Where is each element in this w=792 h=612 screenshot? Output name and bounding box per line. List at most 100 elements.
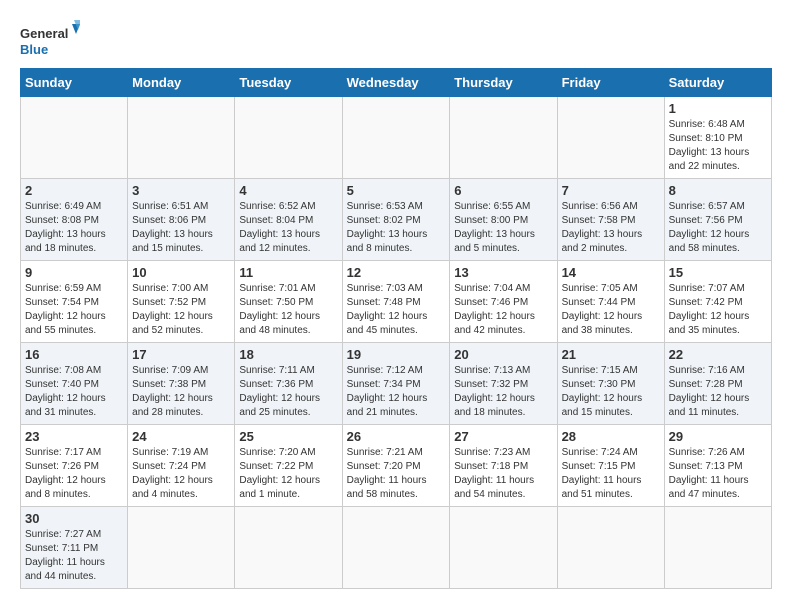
day-info: Sunrise: 7:23 AM Sunset: 7:18 PM Dayligh… [454,446,552,502]
calendar-cell: 24 Sunrise: 7:19 AM Sunset: 7:24 PM Dayli… [128,425,235,507]
calendar-cell: 29Sunrise: 7:26 AM Sunset: 7:13 PM Dayli… [664,425,771,507]
calendar-week-4: 16 Sunrise: 7:08 AM Sunset: 7:40 PM Dayli… [21,343,772,425]
day-info: Sunrise: 7:19 AM Sunset: 7:24 PM Dayligh… [132,446,230,502]
day-info: Sunrise: 7:27 AM Sunset: 7:11 PM Dayligh… [25,528,123,584]
day-info: Sunrise: 6:53 AM Sunset: 8:02 PM Dayligh… [347,200,446,256]
day-info: Sunrise: 7:12 AM Sunset: 7:34 PM Dayligh… [347,364,446,420]
day-number: 26 [347,429,446,444]
calendar-header-thursday: Thursday [450,69,557,97]
day-info: Sunrise: 7:20 AM Sunset: 7:22 PM Dayligh… [239,446,337,502]
calendar-cell [128,507,235,589]
calendar-cell: 17Sunrise: 7:09 AM Sunset: 7:38 PM Dayli… [128,343,235,425]
day-number: 30 [25,511,123,526]
day-info: Sunrise: 6:59 AM Sunset: 7:54 PM Dayligh… [25,282,123,338]
day-info: Sunrise: 7:13 AM Sunset: 7:32 PM Dayligh… [454,364,552,420]
day-number: 8 [669,183,767,198]
day-number: 28 [562,429,660,444]
calendar-week-3: 9 Sunrise: 6:59 AM Sunset: 7:54 PM Daylig… [21,261,772,343]
day-number: 20 [454,347,552,362]
day-number: 5 [347,183,446,198]
calendar-cell: 15 Sunrise: 7:07 AM Sunset: 7:42 PM Dayli… [664,261,771,343]
day-number: 9 [25,265,123,280]
logo: General Blue [20,20,80,60]
day-number: 23 [25,429,123,444]
calendar-cell: 23 Sunrise: 7:17 AM Sunset: 7:26 PM Dayli… [21,425,128,507]
day-number: 16 [25,347,123,362]
day-number: 2 [25,183,123,198]
day-info: Sunrise: 7:08 AM Sunset: 7:40 PM Dayligh… [25,364,123,420]
calendar-cell [342,97,450,179]
calendar-header-row: SundayMondayTuesdayWednesdayThursdayFrid… [21,69,772,97]
calendar-cell: 6Sunrise: 6:55 AM Sunset: 8:00 PM Daylig… [450,179,557,261]
day-info: Sunrise: 7:01 AM Sunset: 7:50 PM Dayligh… [239,282,337,338]
calendar-cell [450,507,557,589]
calendar-cell [342,507,450,589]
day-number: 15 [669,265,767,280]
day-number: 3 [132,183,230,198]
calendar-cell: 1Sunrise: 6:48 AM Sunset: 8:10 PM Daylig… [664,97,771,179]
calendar-cell: 10 Sunrise: 7:00 AM Sunset: 7:52 PM Dayli… [128,261,235,343]
calendar-cell: 4Sunrise: 6:52 AM Sunset: 8:04 PM Daylig… [235,179,342,261]
calendar-cell: 2 Sunrise: 6:49 AM Sunset: 8:08 PM Daylig… [21,179,128,261]
day-info: Sunrise: 7:00 AM Sunset: 7:52 PM Dayligh… [132,282,230,338]
calendar-cell: 19 Sunrise: 7:12 AM Sunset: 7:34 PM Dayli… [342,343,450,425]
calendar-cell: 13Sunrise: 7:04 AM Sunset: 7:46 PM Dayli… [450,261,557,343]
day-info: Sunrise: 6:57 AM Sunset: 7:56 PM Dayligh… [669,200,767,256]
calendar-header-friday: Friday [557,69,664,97]
day-number: 27 [454,429,552,444]
calendar-cell: 3 Sunrise: 6:51 AM Sunset: 8:06 PM Daylig… [128,179,235,261]
day-number: 25 [239,429,337,444]
calendar-week-1: 1Sunrise: 6:48 AM Sunset: 8:10 PM Daylig… [21,97,772,179]
day-number: 24 [132,429,230,444]
day-info: Sunrise: 6:55 AM Sunset: 8:00 PM Dayligh… [454,200,552,256]
calendar-cell [557,97,664,179]
calendar-cell: 7Sunrise: 6:56 AM Sunset: 7:58 PM Daylig… [557,179,664,261]
day-info: Sunrise: 7:07 AM Sunset: 7:42 PM Dayligh… [669,282,767,338]
calendar-table: SundayMondayTuesdayWednesdayThursdayFrid… [20,68,772,589]
calendar-cell: 20 Sunrise: 7:13 AM Sunset: 7:32 PM Dayli… [450,343,557,425]
day-info: Sunrise: 7:24 AM Sunset: 7:15 PM Dayligh… [562,446,660,502]
day-info: Sunrise: 6:56 AM Sunset: 7:58 PM Dayligh… [562,200,660,256]
day-info: Sunrise: 7:11 AM Sunset: 7:36 PM Dayligh… [239,364,337,420]
calendar-cell [128,97,235,179]
day-number: 19 [347,347,446,362]
calendar-cell [557,507,664,589]
day-info: Sunrise: 7:15 AM Sunset: 7:30 PM Dayligh… [562,364,660,420]
day-info: Sunrise: 6:51 AM Sunset: 8:06 PM Dayligh… [132,200,230,256]
day-info: Sunrise: 7:09 AM Sunset: 7:38 PM Dayligh… [132,364,230,420]
day-info: Sunrise: 6:48 AM Sunset: 8:10 PM Dayligh… [669,118,767,174]
day-info: Sunrise: 7:26 AM Sunset: 7:13 PM Dayligh… [669,446,767,502]
calendar-cell: 26 Sunrise: 7:21 AM Sunset: 7:20 PM Dayli… [342,425,450,507]
calendar-cell: 22 Sunrise: 7:16 AM Sunset: 7:28 PM Dayli… [664,343,771,425]
day-info: Sunrise: 6:52 AM Sunset: 8:04 PM Dayligh… [239,200,337,256]
calendar-cell: 8 Sunrise: 6:57 AM Sunset: 7:56 PM Daylig… [664,179,771,261]
day-number: 10 [132,265,230,280]
logo-svg: General Blue [20,20,80,60]
day-info: Sunrise: 7:17 AM Sunset: 7:26 PM Dayligh… [25,446,123,502]
calendar-cell: 25 Sunrise: 7:20 AM Sunset: 7:22 PM Dayli… [235,425,342,507]
calendar-header-saturday: Saturday [664,69,771,97]
calendar-header-sunday: Sunday [21,69,128,97]
day-number: 14 [562,265,660,280]
day-info: Sunrise: 7:21 AM Sunset: 7:20 PM Dayligh… [347,446,446,502]
calendar-cell: 30 Sunrise: 7:27 AM Sunset: 7:11 PM Dayli… [21,507,128,589]
calendar-header-wednesday: Wednesday [342,69,450,97]
svg-text:Blue: Blue [20,42,48,57]
calendar-cell [450,97,557,179]
day-info: Sunrise: 7:16 AM Sunset: 7:28 PM Dayligh… [669,364,767,420]
calendar-header-monday: Monday [128,69,235,97]
calendar-cell: 12Sunrise: 7:03 AM Sunset: 7:48 PM Dayli… [342,261,450,343]
calendar-cell [664,507,771,589]
day-number: 22 [669,347,767,362]
calendar-cell [235,507,342,589]
day-number: 18 [239,347,337,362]
day-info: Sunrise: 7:04 AM Sunset: 7:46 PM Dayligh… [454,282,552,338]
page-header: General Blue [20,20,772,60]
day-number: 12 [347,265,446,280]
calendar-cell: 11Sunrise: 7:01 AM Sunset: 7:50 PM Dayli… [235,261,342,343]
calendar-cell: 9 Sunrise: 6:59 AM Sunset: 7:54 PM Daylig… [21,261,128,343]
calendar-header-tuesday: Tuesday [235,69,342,97]
calendar-cell: 28 Sunrise: 7:24 AM Sunset: 7:15 PM Dayli… [557,425,664,507]
day-info: Sunrise: 7:05 AM Sunset: 7:44 PM Dayligh… [562,282,660,338]
day-info: Sunrise: 6:49 AM Sunset: 8:08 PM Dayligh… [25,200,123,256]
